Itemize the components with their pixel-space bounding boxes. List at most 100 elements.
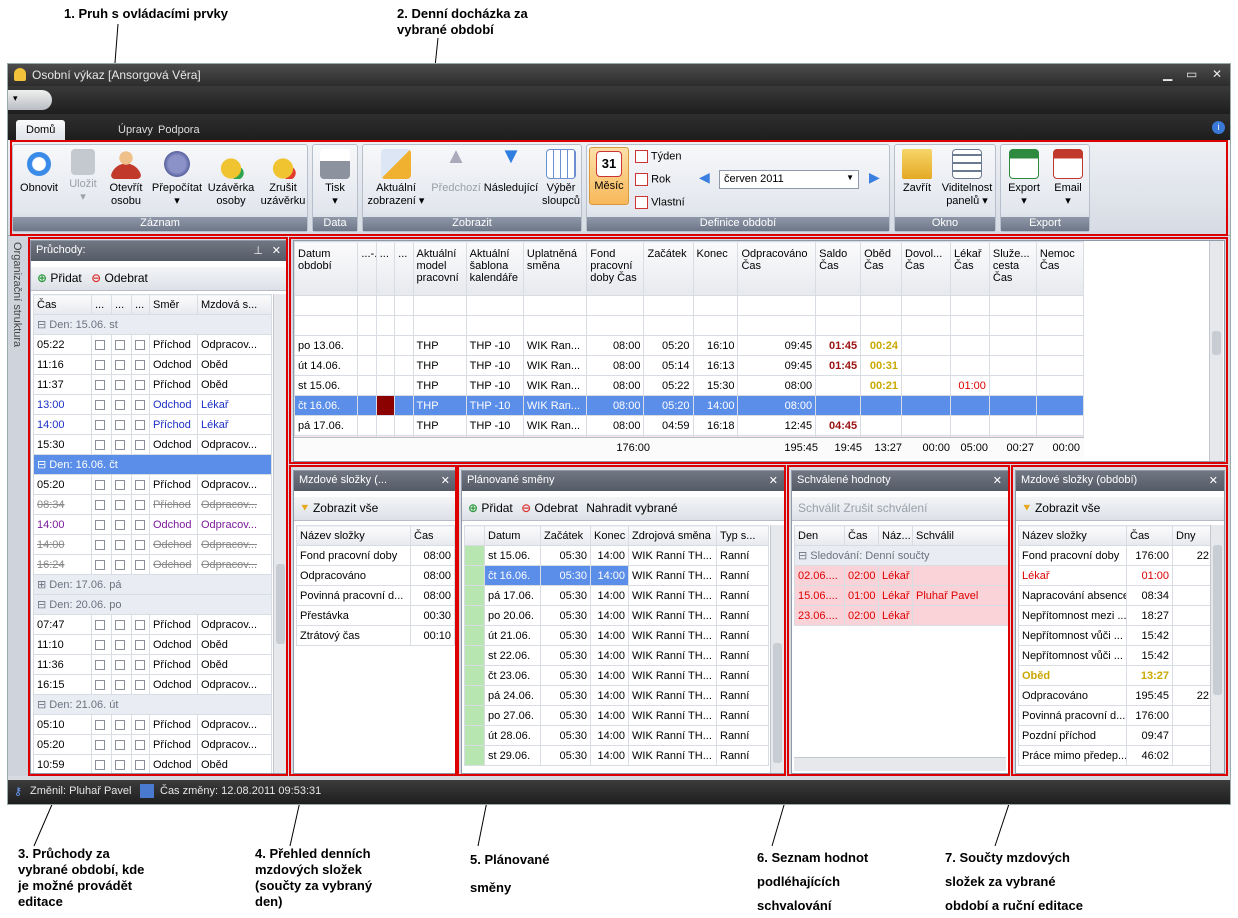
checkbox[interactable] [135, 479, 145, 490]
column-header[interactable]: Konec [692, 241, 739, 296]
table-row[interactable]: Povinná pracovní d... 08:00 [296, 585, 455, 606]
column-header[interactable]: Mzdová s... [197, 294, 272, 315]
table-row[interactable]: út 21.06. 05:30 14:00 WIK Ranní TH... Ranní [464, 625, 769, 646]
group-row[interactable]: ⊟ Sledování: Denní součty [794, 545, 1009, 566]
table-row[interactable]: st 15.06. THP THP -10 WIK Ran... 08:00 05:22 1… [294, 375, 1085, 396]
email-button[interactable]: Email ▾ [1047, 149, 1089, 208]
replace-button[interactable]: Nahradit vybrané [586, 501, 677, 515]
custom-button[interactable]: Vlastní [635, 196, 685, 209]
column-header[interactable]: Datum období [294, 241, 359, 296]
checkbox[interactable] [95, 619, 105, 630]
open-person-button[interactable]: Otevřít osobu [103, 149, 149, 208]
checkbox[interactable] [115, 479, 125, 490]
column-header[interactable]: Lékař Čas [950, 241, 990, 296]
table-row[interactable]: 15:30 Odchod Odpracov... [33, 434, 272, 455]
checkbox[interactable] [95, 539, 105, 550]
table-row[interactable]: pá 17.06. THP THP -10 WIK Ran... 08:00 04:59 1… [294, 415, 1085, 436]
week-button[interactable]: Týden [635, 150, 681, 163]
column-header[interactable]: Čas [844, 525, 879, 546]
checkbox[interactable] [95, 399, 105, 410]
table-row[interactable]: Povinná pracovní d... 176:00 [1018, 705, 1213, 726]
checkbox[interactable] [95, 339, 105, 350]
column-header[interactable]: Schválil [912, 525, 1009, 546]
checkbox[interactable] [135, 679, 145, 690]
checkbox[interactable] [135, 359, 145, 370]
table-row[interactable]: pá 24.06. 05:30 14:00 WIK Ranní TH... Ranní [464, 685, 769, 706]
add-shift-button[interactable]: Přidat [481, 501, 512, 515]
period-select[interactable]: červen 2011 ▼ [719, 170, 859, 189]
qat-menu-icon[interactable]: ▾ [8, 90, 52, 110]
prev-period-icon[interactable]: ◀ [699, 169, 710, 186]
column-header[interactable]: Začátek [643, 241, 694, 296]
checkbox[interactable] [115, 659, 125, 670]
table-row[interactable]: ⊟ Den: 16.06. čt [33, 454, 272, 475]
checkbox[interactable] [95, 559, 105, 570]
table-row[interactable]: Nepřítomnost mezi ... 18:27 [1018, 605, 1213, 626]
table-row[interactable]: po 13.06. THP THP -10 WIK Ran... 08:00 05:20 1… [294, 335, 1085, 356]
column-header[interactable]: Typ s... [716, 525, 769, 546]
checkbox[interactable] [115, 339, 125, 350]
table-row[interactable]: po 27.06. 05:30 14:00 WIK Ranní TH... Ranní [464, 705, 769, 726]
checkbox[interactable] [135, 499, 145, 510]
column-header[interactable]: Čas [33, 294, 92, 315]
checkbox[interactable] [135, 439, 145, 450]
column-header[interactable]: ... [111, 294, 132, 315]
remove-shift-button[interactable]: Odebrat [535, 501, 578, 515]
table-row[interactable]: 10:59 Odchod Oběd [33, 754, 272, 773]
checkbox[interactable] [135, 399, 145, 410]
checkbox[interactable] [115, 359, 125, 370]
column-header[interactable]: Služe... cesta Čas [988, 241, 1037, 296]
column-header[interactable]: Den [794, 525, 845, 546]
table-row[interactable]: 14:00 Odchod Odpracov... [33, 514, 272, 535]
tab-domu[interactable]: Domů [16, 120, 66, 140]
minimize-button[interactable]: ▁ [1163, 67, 1172, 81]
checkbox[interactable] [135, 519, 145, 530]
checkbox[interactable] [95, 639, 105, 650]
print-button[interactable]: Tisk ▾ [315, 149, 355, 208]
checkbox[interactable] [115, 739, 125, 750]
checkbox[interactable] [115, 419, 125, 430]
table-row[interactable]: čt 23.06. 05:30 14:00 WIK Ranní TH... Ranní [464, 665, 769, 686]
table-row[interactable]: 15.06.... 01:00 Lékař Pluhař Pavel [794, 585, 1009, 606]
column-header[interactable]: Aktuální šablona kalendáře [465, 241, 524, 296]
add-button[interactable]: Přidat [50, 271, 81, 285]
table-row[interactable]: út 28.06. 05:30 14:00 WIK Ranní TH... Ranní [464, 725, 769, 746]
table-row[interactable]: 05:22 Příchod Odpracov... [33, 334, 272, 355]
table-row[interactable]: 08:34 Příchod Odpracov... [33, 494, 272, 515]
tab-podpora[interactable]: Podpora [148, 120, 210, 140]
table-row[interactable]: ⊞ Den: 17.06. pá [33, 574, 272, 595]
column-header[interactable]: Zdrojová směna [628, 525, 717, 546]
checkbox[interactable] [115, 399, 125, 410]
table-row[interactable]: st 15.06. 05:30 14:00 WIK Ranní TH... Ranní [464, 545, 769, 566]
checkbox[interactable] [115, 559, 125, 570]
table-row[interactable]: Přestávka 00:30 [296, 605, 455, 626]
table-row[interactable]: čt 16.06. 05:30 14:00 WIK Ranní TH... Ranní [464, 565, 769, 586]
table-row[interactable]: ⊟ Den: 20.06. po [33, 594, 272, 615]
checkbox[interactable] [115, 619, 125, 630]
next-period-icon[interactable]: ▶ [869, 169, 880, 186]
year-button[interactable]: Rok [635, 173, 671, 186]
column-header[interactable]: Čas [1126, 525, 1173, 546]
refresh-button[interactable]: Obnovit [15, 149, 63, 195]
table-row[interactable]: 05:20 Příchod Odpracov... [33, 734, 272, 755]
checkbox[interactable] [115, 719, 125, 730]
checkbox[interactable] [135, 379, 145, 390]
table-row[interactable]: ⊟ Den: 15.06. st [33, 314, 272, 335]
info-icon[interactable]: i [1212, 121, 1225, 134]
close-button[interactable]: ✕ [1212, 67, 1222, 81]
column-header[interactable]: Dovol... Čas [900, 241, 952, 296]
table-row[interactable]: 11:36 Příchod Oběd [33, 654, 272, 675]
day-group-row[interactable]: ⊟ Den: 16.06. čt [33, 454, 272, 475]
passages-scrollbar[interactable] [273, 294, 287, 773]
checkbox[interactable] [135, 339, 145, 350]
column-header[interactable]: Datum [484, 525, 541, 546]
column-header[interactable]: Nemoc Čas [1035, 241, 1085, 296]
checkbox[interactable] [115, 499, 125, 510]
table-row[interactable]: 07:47 Příchod Odpracov... [33, 614, 272, 635]
close-period-button[interactable]: Uzávěrka osoby [205, 149, 257, 208]
column-header[interactable]: ...-... [357, 241, 377, 296]
table-row[interactable]: ⊟ Den: 21.06. út [33, 694, 272, 715]
checkbox[interactable] [135, 419, 145, 430]
checkbox[interactable] [95, 499, 105, 510]
column-header[interactable]: Konec [590, 525, 629, 546]
